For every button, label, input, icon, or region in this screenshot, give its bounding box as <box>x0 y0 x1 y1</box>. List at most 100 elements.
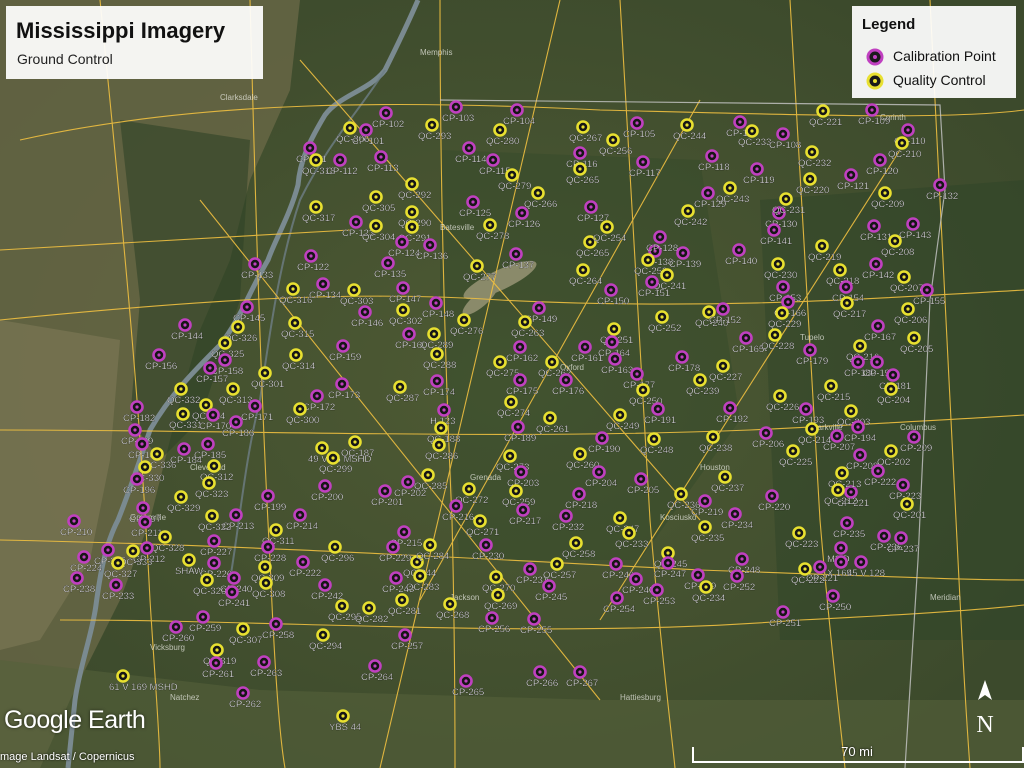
point-label: QC-254 <box>593 233 626 244</box>
point-center-dot <box>181 412 185 416</box>
city-label: Columbus <box>900 423 936 432</box>
point-center-dot <box>163 535 167 539</box>
point-center-dot <box>314 205 318 209</box>
yellow-ring-dot-icon <box>866 72 884 90</box>
point-center-dot <box>428 243 432 247</box>
point-center-dot <box>448 602 452 606</box>
point-label: 45 V 128 <box>847 568 885 579</box>
point-label: QC-280 <box>486 136 519 147</box>
point-center-dot <box>263 371 267 375</box>
point-center-dot <box>849 173 853 177</box>
point-center-dot <box>820 244 824 248</box>
point-center-dot <box>665 273 669 277</box>
point-center-dot <box>547 584 551 588</box>
purple-ring-dot-icon <box>866 48 884 66</box>
point-center-dot <box>478 519 482 523</box>
point-center-dot <box>484 543 488 547</box>
point-center-dot <box>889 387 893 391</box>
point-center-dot <box>75 576 79 580</box>
point-center-dot <box>581 268 585 272</box>
point-label: CP-255 <box>520 625 552 636</box>
point-center-dot <box>294 353 298 357</box>
point-label: QC-317 <box>302 213 335 224</box>
point-center-dot <box>703 499 707 503</box>
point-center-dot <box>891 373 895 377</box>
point-label: QC-294 <box>309 641 342 652</box>
point-label: QC-221 <box>809 117 842 128</box>
point-label: CP-122 <box>297 262 329 273</box>
point-label: QC-266 <box>524 199 557 210</box>
point-center-dot <box>609 288 613 292</box>
point-label: QC-308 <box>252 589 285 600</box>
point-center-dot <box>578 167 582 171</box>
city-label: Grenada <box>470 473 502 482</box>
point-label: CP-263 <box>250 668 282 679</box>
point-center-dot <box>658 235 662 239</box>
point-label: CP-252 <box>723 582 755 593</box>
satellite-map[interactable]: MemphisClarksdaleOxfordTupeloGreenvilleS… <box>0 0 1024 768</box>
point-center-dot <box>523 320 527 324</box>
point-label: CP-190 <box>588 444 620 455</box>
point-label: CP-131 <box>860 232 892 243</box>
point-label: CP-179 <box>796 356 828 367</box>
point-center-dot <box>858 344 862 348</box>
point-center-dot <box>703 525 707 529</box>
point-center-dot <box>738 120 742 124</box>
point-label: QC-235 <box>691 533 724 544</box>
point-label: CP-202 <box>394 488 426 499</box>
point-label: CP-140 <box>725 256 757 267</box>
point-center-dot <box>140 442 144 446</box>
scale-label: 70 mi <box>841 744 873 759</box>
point-center-dot <box>883 191 887 195</box>
point-center-dot <box>737 248 741 252</box>
point-center-dot <box>266 494 270 498</box>
point-label: CP-257 <box>391 641 423 652</box>
point-label: QC-281 <box>388 606 421 617</box>
point-label: QC-233 <box>738 137 771 148</box>
point-label: CP-146 <box>351 318 383 329</box>
point-center-dot <box>520 211 524 215</box>
point-label: CP-117 <box>629 168 661 179</box>
point-label: CP-120 <box>866 166 898 177</box>
point-label: CP-217 <box>509 516 541 527</box>
point-center-dot <box>791 449 795 453</box>
point-label: CP-119 <box>743 175 775 186</box>
point-label: CP-237 <box>887 544 919 555</box>
point-center-dot <box>293 321 297 325</box>
point-center-dot <box>755 167 759 171</box>
point-label: CP-113 <box>367 163 399 174</box>
point-label: CP-105 <box>623 129 655 140</box>
point-label: CP-221 <box>806 573 838 584</box>
title-panel: Mississippi Imagery Ground Control <box>6 6 263 79</box>
point-label: CP-192 <box>716 414 748 425</box>
point-center-dot <box>548 416 552 420</box>
point-label: QC-332 <box>167 395 200 406</box>
point-center-dot <box>348 126 352 130</box>
point-center-dot <box>323 583 327 587</box>
point-label: QC-292 <box>398 190 431 201</box>
point-center-dot <box>204 403 208 407</box>
point-center-dot <box>574 541 578 545</box>
point-center-dot <box>208 366 212 370</box>
point-label: QC-300 <box>286 415 319 426</box>
point-label: CP-254 <box>603 604 635 615</box>
point-label: CP-152 <box>709 315 741 326</box>
point-label: CP-112 <box>326 166 358 177</box>
point-center-dot <box>740 557 744 561</box>
point-center-dot <box>902 275 906 279</box>
point-label: QC-267 <box>569 133 602 144</box>
map-subtitle: Ground Control <box>17 51 113 67</box>
point-center-dot <box>234 420 238 424</box>
point-center-dot <box>510 173 514 177</box>
point-label: QC-228 <box>761 341 794 352</box>
point-center-dot <box>363 310 367 314</box>
point-center-dot <box>781 132 785 136</box>
point-center-dot <box>818 565 822 569</box>
point-center-dot <box>402 530 406 534</box>
point-center-dot <box>849 490 853 494</box>
point-center-dot <box>274 622 278 626</box>
point-label: CP-109 <box>858 116 890 127</box>
point-center-dot <box>264 581 268 585</box>
point-center-dot <box>354 220 358 224</box>
point-center-dot <box>471 200 475 204</box>
